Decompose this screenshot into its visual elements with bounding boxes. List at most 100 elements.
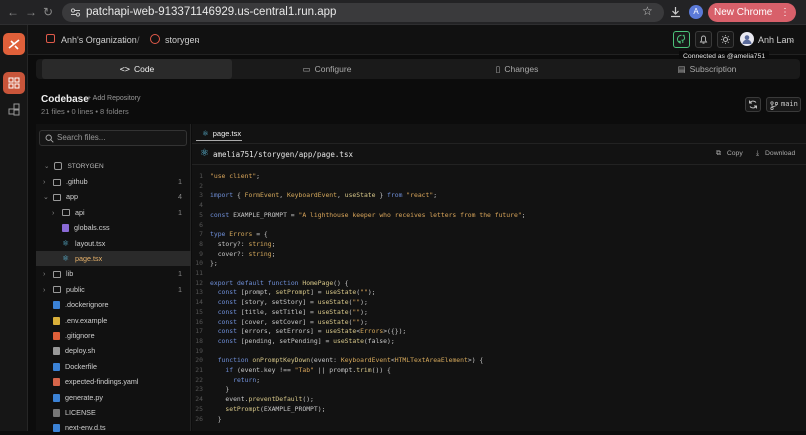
code-icon: <> bbox=[119, 65, 130, 75]
copy-button[interactable]: ⧉ Copy bbox=[716, 150, 743, 158]
tab-configure[interactable]: ▭ Configure bbox=[232, 59, 422, 79]
tree-item[interactable]: ⚛ layout.tsx bbox=[36, 236, 191, 251]
add-repository-button[interactable]: + Add Repository bbox=[87, 95, 141, 102]
tree-item[interactable]: Dockerfile bbox=[36, 359, 191, 374]
file-path: amelia751/storygen/app/page.tsx bbox=[213, 150, 353, 159]
integrations-icon[interactable] bbox=[3, 99, 25, 121]
code-line: 22 return; bbox=[192, 376, 806, 386]
tab-changes[interactable]: ▯ Changes bbox=[422, 59, 612, 79]
code-line: 13 const [prompt, setPrompt] = useState(… bbox=[192, 288, 806, 298]
branch-selector[interactable]: main bbox=[766, 97, 801, 112]
tree-item[interactable]: › public 1 bbox=[36, 282, 191, 297]
tree-item-label: app bbox=[66, 192, 78, 202]
tree-item[interactable]: ⌄ app 4 bbox=[36, 189, 191, 204]
code-text: const [story, setStory] = useState(""); bbox=[217, 298, 368, 307]
tree-item-label: deploy.sh bbox=[65, 346, 96, 356]
tab-page-tsx[interactable]: ⚛ page.tsx bbox=[196, 126, 242, 141]
tree-item[interactable]: › .github 1 bbox=[36, 174, 191, 189]
file-tab-label: page.tsx bbox=[212, 129, 242, 138]
download-icon[interactable] bbox=[670, 6, 681, 18]
tree-item-label: .env.example bbox=[65, 315, 108, 325]
chevron-down-icon: ⌄ bbox=[44, 163, 50, 170]
tree-item[interactable]: expected-findings.yaml bbox=[36, 374, 191, 389]
line-number: 5 bbox=[199, 210, 203, 219]
code-line: 23 } bbox=[192, 385, 806, 395]
dashboard-icon[interactable] bbox=[3, 72, 25, 94]
code-line: 26 } bbox=[192, 415, 806, 425]
user-avatar[interactable] bbox=[740, 32, 754, 46]
chevron-down-icon[interactable]: ⌄ bbox=[789, 34, 796, 46]
app-logo-icon[interactable] bbox=[3, 33, 25, 55]
code-text: "use client"; bbox=[210, 172, 261, 180]
chevron-down-icon[interactable]: ⌄ bbox=[121, 34, 128, 46]
ts-icon bbox=[53, 424, 60, 433]
tree-item[interactable]: .env.example bbox=[36, 313, 191, 328]
react-icon: ⚛ bbox=[200, 148, 209, 159]
tab-subscription[interactable]: ▤ Subscription bbox=[612, 59, 802, 79]
tree-item[interactable]: deploy.sh bbox=[36, 343, 191, 358]
tree-item[interactable]: .dockerignore bbox=[36, 297, 191, 312]
project-icon bbox=[150, 34, 160, 44]
back-arrow-icon[interactable]: ← bbox=[7, 4, 19, 21]
tree-item-label: next-env.d.ts bbox=[65, 423, 106, 433]
tree-item[interactable]: ⚛ page.tsx bbox=[36, 251, 191, 266]
chevron-down-icon[interactable]: ⌄ bbox=[194, 34, 201, 46]
new-chrome-button[interactable]: New Chrome available⋮ bbox=[708, 3, 796, 37]
code-text: const [title, setTitle] = useState(""); bbox=[217, 307, 368, 316]
code-text: const [pending, setPending] = useState(f… bbox=[217, 336, 395, 345]
line-number: 26 bbox=[195, 414, 203, 423]
github-icon bbox=[676, 34, 686, 44]
address-bar[interactable]: patchapi-web-913371146929.us-central1.ru… bbox=[62, 3, 664, 22]
folder-icon: ▭ bbox=[302, 64, 311, 74]
search-files-input[interactable]: Search files... bbox=[39, 130, 187, 146]
breadcrumb-separator: / bbox=[137, 35, 140, 45]
menu-dots-icon[interactable]: ⋮ bbox=[780, 3, 790, 22]
line-number: 15 bbox=[195, 307, 203, 316]
tree-item[interactable]: › api 1 bbox=[36, 205, 191, 220]
github-connected-button[interactable] bbox=[673, 31, 690, 48]
forward-arrow-icon[interactable]: → bbox=[25, 4, 37, 21]
tree-item[interactable]: globals.css bbox=[36, 220, 191, 235]
tree-item-label: public bbox=[66, 284, 85, 294]
code-line: 7 type Errors = { bbox=[192, 230, 806, 240]
code-text: } bbox=[210, 414, 222, 423]
tree-item[interactable]: next-env.d.ts bbox=[36, 420, 191, 435]
reload-icon[interactable]: ↻ bbox=[43, 4, 53, 21]
theme-toggle-button[interactable] bbox=[717, 31, 734, 48]
tree-item[interactable]: LICENSE bbox=[36, 405, 191, 420]
tree-item-label: .gitignore bbox=[65, 331, 95, 340]
react-icon: ⚛ bbox=[62, 238, 70, 248]
line-number: 4 bbox=[199, 201, 203, 210]
line-number: 22 bbox=[195, 375, 203, 384]
bell-icon bbox=[699, 35, 708, 44]
line-number: 18 bbox=[195, 336, 203, 345]
code-editor: ⚛ page.tsx ⚛ amelia751/storygen/app/page.… bbox=[192, 124, 806, 431]
line-number: 17 bbox=[195, 327, 203, 336]
tree-item-count: 1 bbox=[178, 177, 182, 186]
refresh-button[interactable] bbox=[745, 97, 761, 112]
tree-item-label: LICENSE bbox=[65, 408, 96, 417]
notifications-button[interactable] bbox=[695, 31, 712, 48]
tree-item[interactable]: .gitignore bbox=[36, 328, 191, 343]
tree-item[interactable]: generate.py bbox=[36, 390, 191, 405]
tree-item-label: globals.css bbox=[74, 223, 110, 233]
docker-icon bbox=[53, 362, 60, 371]
profile-avatar[interactable]: A bbox=[689, 5, 703, 19]
code-text: return; bbox=[233, 375, 261, 384]
css-icon bbox=[62, 224, 69, 233]
folder-icon bbox=[53, 178, 61, 186]
star-icon[interactable]: ☆ bbox=[642, 4, 653, 18]
tree-root[interactable]: ⌄ STORYGEN bbox=[36, 159, 191, 174]
code-text: setPrompt(EXAMPLE_PROMPT); bbox=[225, 404, 326, 413]
tab-label: Changes bbox=[504, 64, 539, 74]
code-line: 20 function onPromptKeyDown(event: Keybo… bbox=[192, 356, 806, 366]
file-path-bar: ⚛ amelia751/storygen/app/page.tsx ⧉ Copy … bbox=[192, 143, 806, 165]
chevron-right-icon: › bbox=[52, 207, 55, 217]
download-button[interactable]: ⤓ Download bbox=[756, 150, 795, 158]
code-line: 6 bbox=[192, 221, 806, 231]
line-number: 16 bbox=[195, 317, 203, 326]
tree-item[interactable]: › lib 1 bbox=[36, 266, 191, 281]
folder-icon bbox=[62, 209, 70, 217]
tab-code[interactable]: <> Code bbox=[42, 59, 232, 79]
site-info-icon[interactable] bbox=[70, 7, 81, 18]
